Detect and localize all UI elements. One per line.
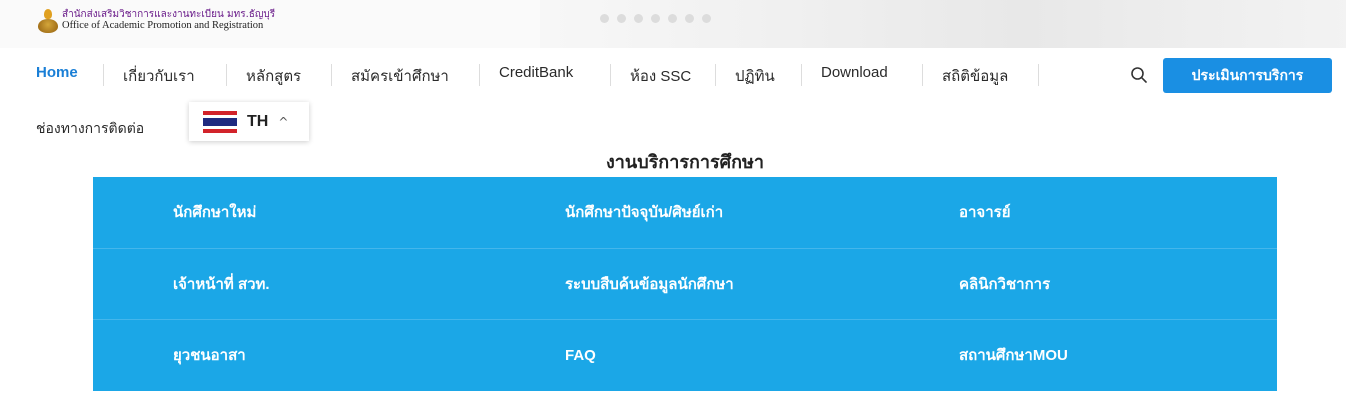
service-link-current-students-alumni[interactable]: นักศึกษาปัจจุบัน/ศิษย์เก่า	[565, 177, 723, 247]
search-icon[interactable]	[1130, 66, 1148, 84]
service-link-staff[interactable]: เจ้าหน้าที่ สวท.	[173, 249, 270, 319]
nav-divider	[922, 64, 923, 86]
chevron-up-icon: ^	[278, 114, 289, 129]
services-title: งานบริการการศึกษา	[606, 152, 764, 172]
nav-divider	[801, 64, 802, 86]
service-link-student-search[interactable]: ระบบสืบค้นข้อมูลนักศึกษา	[565, 249, 734, 319]
service-link-academic-clinic[interactable]: คลินิกวิชาการ	[959, 249, 1050, 319]
nav-divider	[715, 64, 716, 86]
nav-divider	[331, 64, 332, 86]
nav-divider	[610, 64, 611, 86]
service-link-faq[interactable]: FAQ	[565, 320, 596, 390]
nav-item-statistics[interactable]: สถิติข้อมูล	[942, 64, 1008, 88]
banner-decoration	[600, 14, 711, 23]
nav-divider	[1038, 64, 1039, 86]
service-link-youth-volunteers[interactable]: ยุวชนอาสา	[173, 320, 246, 390]
nav-item-ssc[interactable]: ห้อง SSC	[630, 64, 691, 88]
language-selector[interactable]: TH ^	[189, 102, 309, 141]
nav-item-contact[interactable]: ช่องทางการติดต่อ	[36, 118, 144, 140]
nav-item-home[interactable]: Home	[36, 64, 78, 81]
logo-thai-name: สำนักส่งเสริมวิชาการและงานทะเบียน มทร.ธั…	[62, 9, 276, 20]
service-link-mou-institutions[interactable]: สถานศึกษาMOU	[959, 320, 1068, 390]
nav-item-creditbank[interactable]: CreditBank	[499, 64, 573, 81]
nav-item-about[interactable]: เกี่ยวกับเรา	[123, 64, 195, 88]
nav-item-download[interactable]: Download	[821, 64, 888, 81]
nav-item-calendar[interactable]: ปฏิทิน	[735, 64, 775, 88]
logo-text: สำนักส่งเสริมวิชาการและงานทะเบียน มทร.ธั…	[62, 9, 275, 31]
services-row: เจ้าหน้าที่ สวท. ระบบสืบค้นข้อมูลนักศึกษ…	[93, 248, 1277, 318]
services-grid: นักศึกษาใหม่ นักศึกษาปัจจุบัน/ศิษย์เก่า …	[93, 177, 1277, 391]
nav-divider	[103, 64, 104, 86]
top-banner: สำนักส่งเสริมวิชาการและงานทะเบียน มทร.ธั…	[0, 0, 1346, 48]
services-row: นักศึกษาใหม่ นักศึกษาปัจจุบัน/ศิษย์เก่า …	[93, 177, 1277, 247]
site-logo[interactable]: สำนักส่งเสริมวิชาการและงานทะเบียน มทร.ธั…	[38, 9, 275, 35]
university-seal-icon	[38, 9, 58, 35]
banner-background-photo	[540, 0, 1346, 48]
services-row: ยุวชนอาสา FAQ สถานศึกษาMOU	[93, 319, 1277, 389]
logo-english-name: Office of Academic Promotion and Registr…	[62, 20, 264, 31]
language-code: TH	[247, 112, 269, 130]
nav-item-admission[interactable]: สมัครเข้าศึกษา	[351, 64, 449, 88]
service-link-new-students[interactable]: นักศึกษาใหม่	[173, 177, 256, 247]
nav-divider	[479, 64, 480, 86]
nav-item-curriculum[interactable]: หลักสูตร	[246, 64, 301, 88]
service-evaluation-button[interactable]: ประเมินการบริการ	[1163, 58, 1332, 93]
thai-flag-icon	[203, 110, 237, 133]
service-link-teachers[interactable]: อาจารย์	[959, 177, 1011, 247]
nav-divider	[226, 64, 227, 86]
